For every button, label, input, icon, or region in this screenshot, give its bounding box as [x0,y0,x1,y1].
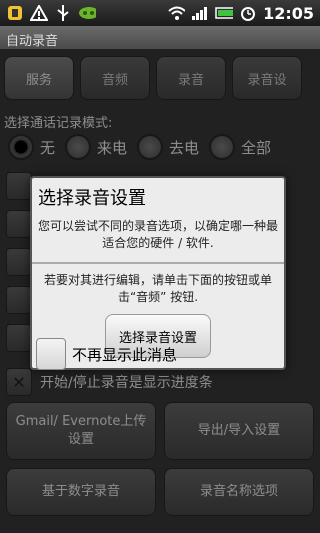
dialog-message: 您可以尝试不同的录音选项，以确定哪一种最适合您的硬件 / 软件. [38,219,279,250]
dialog-title: 选择录音设置 [38,188,146,209]
signal-icon [191,4,209,22]
dont-show-again-checkbox[interactable] [36,338,66,370]
battery-icon [215,4,234,22]
warning-icon [30,4,48,22]
dialog-message-secondary: 若要对其进行编辑，请单击下面的按钮或单击“音频” 按钮. [43,273,272,304]
clock: 12:05 [263,3,314,23]
dont-show-again-row[interactable]: 不再显示此消息 [36,338,177,370]
wifi-icon [167,4,186,22]
alarm-icon [239,4,257,22]
app-title: 自动录音 [0,26,320,50]
app-icon [78,4,96,22]
notification-icon [6,4,24,22]
settings-dialog: 选择录音设置 您可以尝试不同的录音选项，以确定哪一种最适合您的硬件 / 软件. … [30,176,286,370]
usb-icon [54,4,72,22]
status-bar: 12:05 [0,0,320,26]
dont-show-again-label: 不再显示此消息 [72,345,178,364]
